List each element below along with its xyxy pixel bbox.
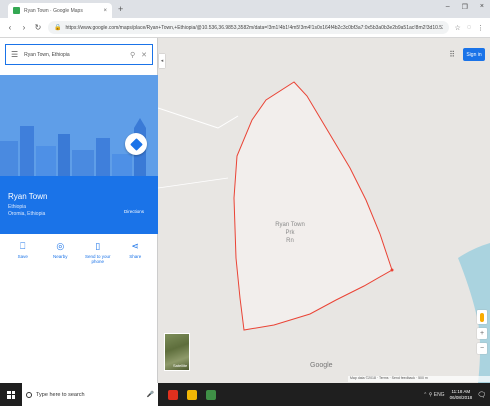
reload-icon[interactable]: ↻ (34, 23, 42, 32)
notification-icon[interactable]: 🗨 (477, 391, 486, 399)
map-place-label-text: Ryan Town Prk Rn (275, 222, 305, 244)
place-region: Oromia, Ethiopia (8, 211, 46, 217)
minimize-button[interactable]: – (446, 3, 450, 11)
search-box[interactable]: ☰ Ryan Town, Ethiopia ⚲ ✕ (5, 44, 153, 65)
tab-close-icon[interactable]: × (103, 8, 107, 14)
zoom-controls: + − (477, 310, 487, 354)
directions-button[interactable] (125, 133, 147, 155)
clock[interactable]: 11:18 AM 06/08/2018 (450, 389, 473, 401)
taskbar-search[interactable]: Type here to search 🎤 (22, 383, 158, 406)
search-input[interactable]: Ryan Town, Ethiopia (24, 52, 124, 58)
satellite-layer-toggle[interactable]: Satellite (164, 333, 190, 371)
extensions-icon[interactable]: ◌ (467, 24, 471, 31)
satellite-label: Satellite (173, 363, 188, 368)
lock-icon: 🔒 (54, 25, 62, 31)
map-footer: Map data ©2018 · Terms · Send feedback ·… (348, 376, 490, 382)
browser-tabstrip: Ryan Town · Google Maps × + – ❐ × (0, 0, 490, 18)
browser-toolbar: ‹ › ↻ 🔒 https://www.google.com/maps/plac… (0, 18, 490, 38)
nearby-label: Nearby (52, 254, 68, 259)
search-icon[interactable]: ⚲ (130, 51, 135, 59)
place-title: Ryan Town (8, 192, 48, 201)
address-bar[interactable]: 🔒 https://www.google.com/maps/place/Ryan… (48, 21, 449, 34)
place-info-header: Ryan Town Ethiopia Oromia, Ethiopia Dire… (0, 176, 158, 234)
nearby-button[interactable]: ◎ Nearby (45, 241, 75, 277)
taskbar-search-input[interactable]: Type here to search (36, 392, 143, 398)
window-controls: – ❐ × (446, 3, 484, 11)
directions-label[interactable]: Directions (124, 209, 144, 214)
place-hero-image[interactable] (0, 75, 158, 176)
maps-favicon-icon (13, 7, 20, 14)
road-line (158, 107, 239, 129)
apps-grid-icon[interactable]: ⠿ (449, 50, 455, 59)
send-to-phone-label: Send to your phone (84, 254, 111, 264)
close-icon[interactable]: ✕ (141, 51, 147, 59)
opera-icon[interactable] (168, 389, 178, 400)
sign-in-button[interactable]: Sign in (463, 48, 485, 61)
place-actions: ⎕ Save ◎ Nearby ▯ Send to your phone ⋖ S… (0, 241, 158, 277)
side-panel: ☰ Ryan Town, Ethiopia ⚲ ✕ Ryan Town Ethi… (0, 38, 158, 383)
collapse-panel-button[interactable]: ◂ (159, 54, 165, 68)
share-icon: ⋖ (131, 241, 140, 251)
forward-arrow-icon[interactable]: › (20, 23, 28, 32)
maximize-button[interactable]: ❐ (462, 3, 468, 11)
place-boundary (233, 81, 393, 331)
hamburger-menu-icon[interactable]: ☰ (11, 50, 18, 59)
close-window-button[interactable]: × (480, 3, 484, 11)
new-tab-button[interactable]: + (118, 4, 123, 14)
windows-logo-icon (7, 390, 15, 399)
cortana-icon (26, 391, 32, 398)
tab-title: Ryan Town · Google Maps (24, 7, 83, 14)
clock-date: 06/08/2018 (449, 394, 473, 400)
map-svg (158, 81, 490, 383)
app-icon[interactable] (206, 389, 216, 400)
start-button[interactable] (0, 383, 22, 406)
send-to-phone-button[interactable]: ▯ Send to your phone (83, 241, 113, 277)
back-arrow-icon[interactable]: ‹ (6, 23, 14, 32)
google-logo: Google (310, 362, 333, 369)
share-label: Share (129, 254, 142, 259)
save-button[interactable]: ⎕ Save (8, 241, 38, 277)
menu-dots-icon[interactable]: ⋮ (477, 24, 484, 32)
tray-icons[interactable]: ⌃ ⚲ ENG (423, 392, 444, 398)
system-tray: ⌃ ⚲ ENG 11:18 AM 06/08/2018 🗨 (423, 389, 490, 401)
map-canvas[interactable]: ⠿ Sign in Ryan Town Prk Rn Satellite Goo… (158, 38, 490, 383)
browser-tab[interactable]: Ryan Town · Google Maps × (8, 3, 112, 18)
pegman-icon[interactable] (477, 310, 487, 324)
url-text: https://www.google.com/maps/place/Ryan+T… (65, 24, 443, 31)
road-line (158, 177, 229, 189)
nearby-icon: ◎ (56, 241, 65, 251)
map-place-label: Ryan Town Prk Rn (270, 221, 310, 245)
windows-taskbar: Type here to search 🎤 ⌃ ⚲ ENG 11:18 AM 0… (0, 383, 490, 406)
save-icon: ⎕ (20, 241, 26, 251)
pinned-apps (168, 389, 216, 400)
microphone-icon[interactable]: 🎤 (147, 391, 154, 398)
save-label: Save (17, 254, 28, 259)
zoom-in-button[interactable]: + (477, 328, 487, 339)
boundary-vertex-marker (390, 268, 394, 272)
chrome-icon[interactable] (187, 389, 197, 400)
star-icon[interactable]: ☆ (455, 24, 461, 32)
share-button[interactable]: ⋖ Share (120, 241, 150, 277)
place-type: Ethiopia (8, 204, 27, 210)
directions-icon (129, 137, 143, 151)
zoom-out-button[interactable]: − (477, 343, 487, 354)
phone-icon: ▯ (95, 241, 101, 251)
